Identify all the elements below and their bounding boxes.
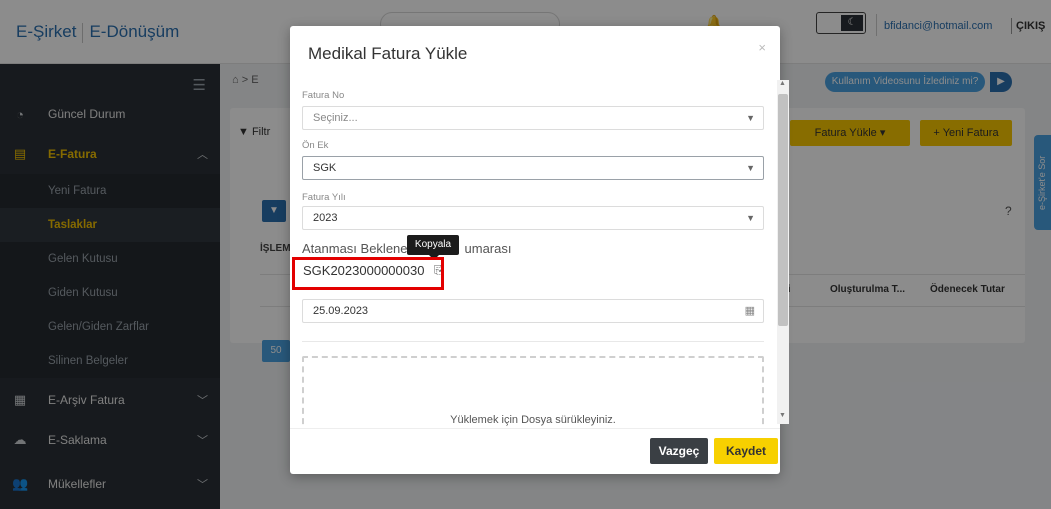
medical-invoice-upload-modal: Medikal Fatura Yükle × Fatura No Seçiniz… (290, 26, 789, 474)
save-button[interactable]: Kaydet (714, 438, 778, 464)
invoice-year-label: Fatura Yılı (302, 192, 346, 203)
invoice-year-select[interactable]: 2023 ▼ (302, 206, 764, 230)
invoice-no-select[interactable]: Seçiniz... ▼ (302, 106, 764, 130)
invoice-year-value: 2023 (313, 212, 338, 224)
pending-label-start: Atanması Beklene (302, 241, 408, 256)
prefix-label: Ön Ek (302, 140, 329, 151)
scroll-down-arrow[interactable]: ▼ (779, 412, 786, 419)
invoice-no-placeholder: Seçiniz... (313, 112, 358, 124)
highlight-annotation (292, 257, 444, 290)
prefix-select[interactable]: SGK ▼ (302, 156, 764, 180)
prefix-value: SGK (313, 162, 337, 174)
caret-down-icon: ▼ (746, 213, 755, 223)
invoice-date-value: 25.09.2023 (313, 305, 369, 317)
cancel-button[interactable]: Vazgeç (650, 438, 708, 464)
pending-label-end: umarası (464, 241, 512, 256)
divider (290, 428, 780, 429)
calendar-icon[interactable]: ▦ (745, 300, 755, 322)
dropzone-text: Yüklemek için Dosya sürükleyiniz. (450, 414, 616, 426)
invoice-date-input[interactable]: 25.09.2023 ▦ (302, 299, 764, 323)
divider (302, 341, 764, 342)
caret-down-icon: ▼ (746, 163, 755, 173)
scroll-up-arrow[interactable]: ▲ (779, 80, 786, 87)
modal-body: Fatura No Seçiniz... ▼ Ön Ek SGK ▼ Fatur… (290, 80, 780, 428)
close-icon[interactable]: × (758, 40, 766, 55)
copy-tooltip: Kopyala (407, 235, 459, 260)
invoice-no-label: Fatura No (302, 90, 345, 101)
file-dropzone[interactable]: Yüklemek için Dosya sürükleyiniz. (302, 356, 764, 428)
caret-down-icon: ▼ (746, 113, 755, 123)
modal-title: Medikal Fatura Yükle (308, 44, 468, 63)
scrollbar-thumb[interactable] (778, 94, 788, 326)
